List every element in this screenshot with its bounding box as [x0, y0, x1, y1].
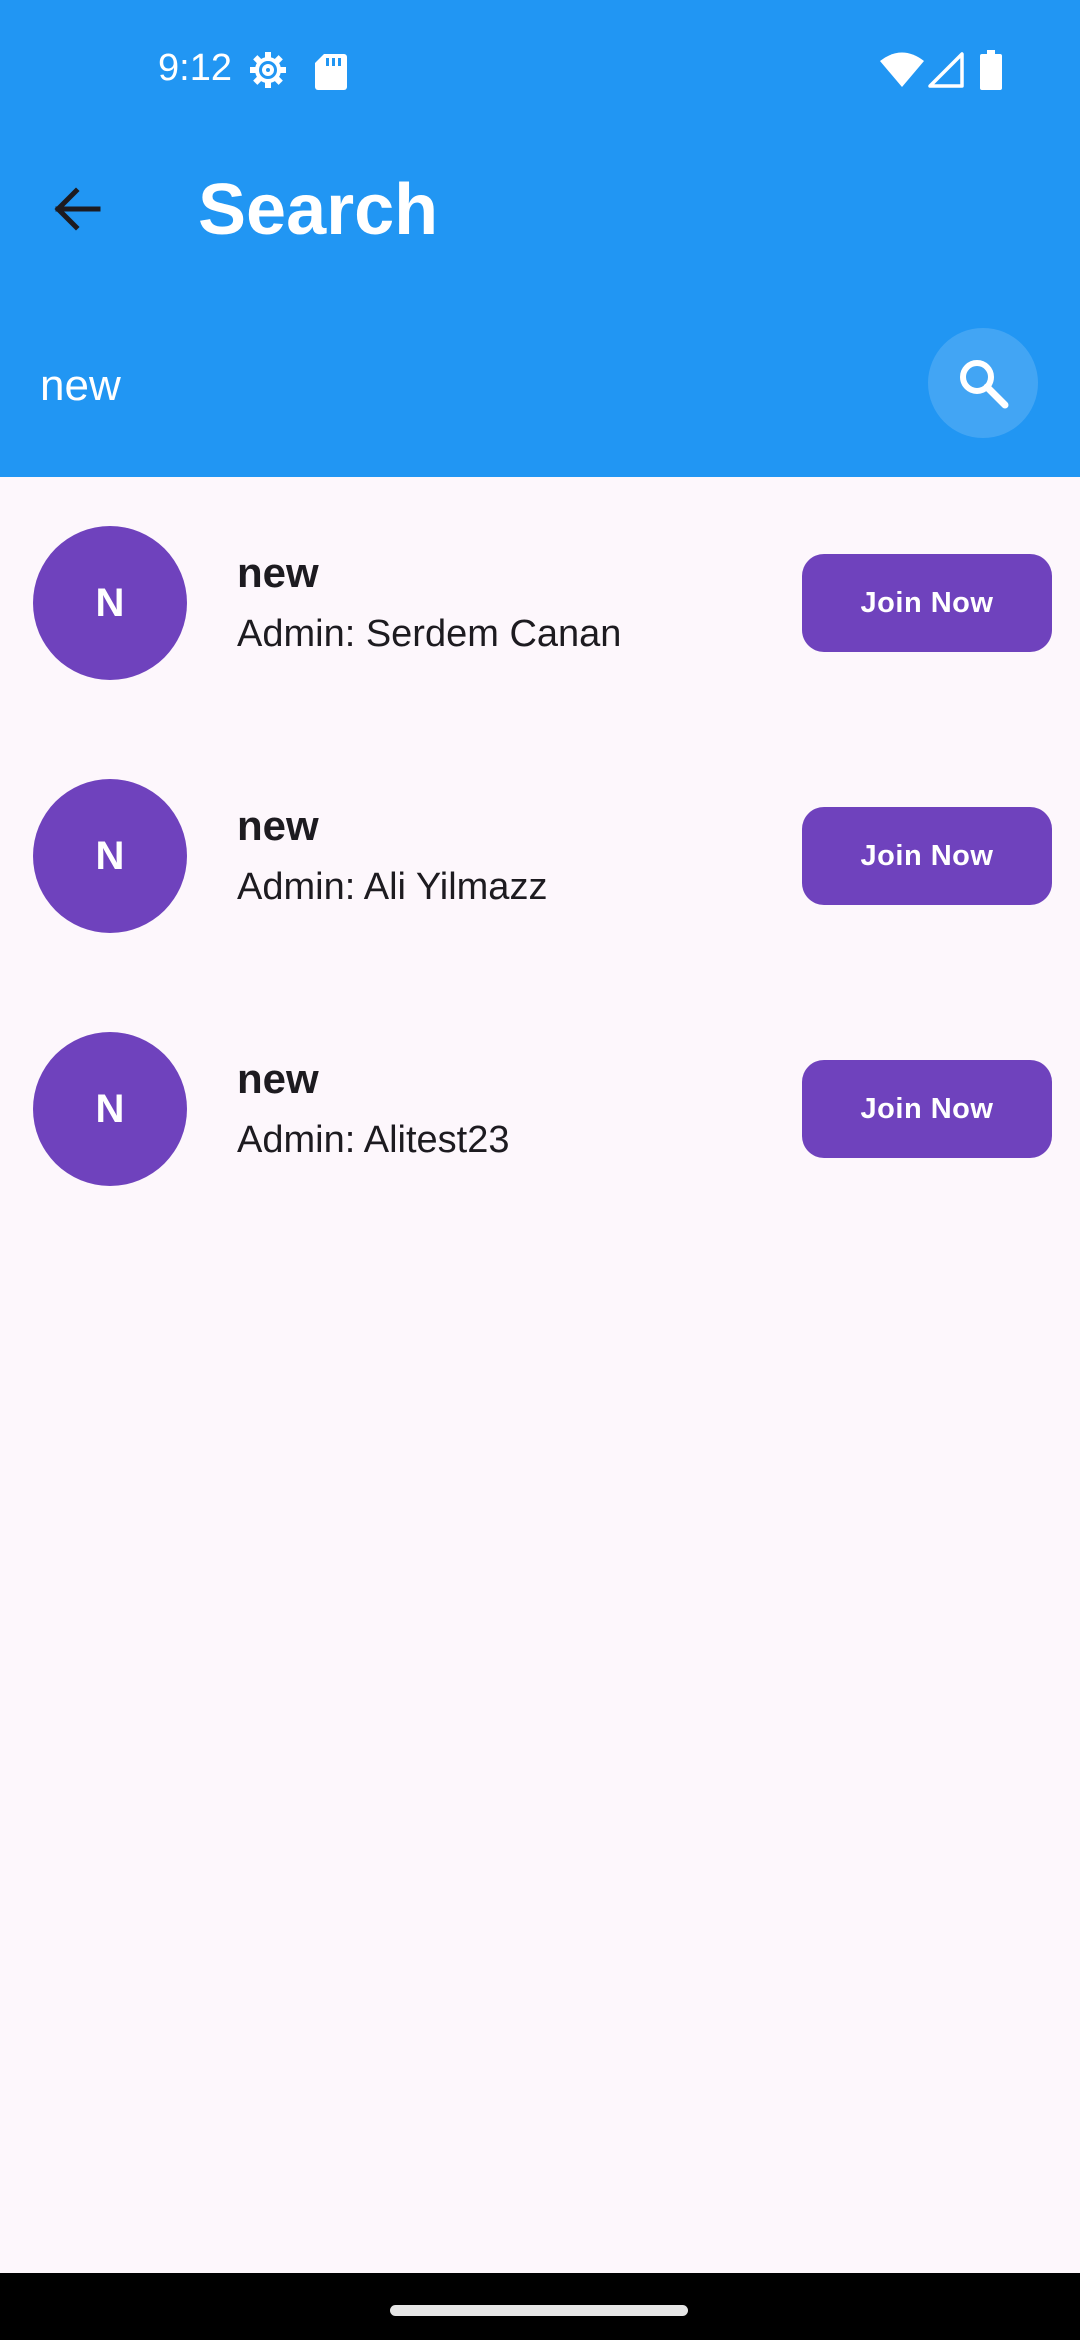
list-item: N new Admin: Serdem Canan Join Now: [0, 477, 1080, 730]
avatar: N: [33, 779, 187, 933]
list-item: N new Admin: Ali Yilmazz Join Now: [0, 730, 1080, 983]
join-now-button[interactable]: Join Now: [802, 1060, 1052, 1158]
status-bar: 9:12: [0, 0, 1080, 142]
app-header: 9:12 Search new: [0, 0, 1080, 477]
status-time: 9:12: [158, 47, 232, 89]
group-admin: Admin: Serdem Canan: [237, 613, 622, 655]
join-now-button[interactable]: Join Now: [802, 807, 1052, 905]
sd-card-icon: [315, 54, 347, 90]
group-name: new: [237, 802, 319, 849]
group-name: new: [237, 1055, 319, 1102]
page-title: Search: [198, 170, 439, 250]
search-results-list: N new Admin: Serdem Canan Join Now N new…: [0, 477, 1080, 1236]
group-admin: Admin: Alitest23: [237, 1119, 510, 1161]
back-button[interactable]: [40, 172, 114, 246]
search-button[interactable]: [928, 328, 1038, 438]
cell-signal-icon: [928, 52, 964, 88]
arrow-left-icon: [54, 187, 101, 231]
join-now-button[interactable]: Join Now: [802, 554, 1052, 652]
search-input[interactable]: [40, 350, 900, 422]
system-navigation-bar: [0, 2273, 1080, 2340]
avatar: N: [33, 1032, 187, 1186]
group-name: new: [237, 549, 319, 596]
search-icon: [960, 360, 1009, 409]
home-gesture-handle[interactable]: [390, 2305, 688, 2316]
battery-icon: [980, 50, 1002, 90]
group-admin: Admin: Ali Yilmazz: [237, 866, 548, 908]
avatar: N: [33, 526, 187, 680]
list-item: N new Admin: Alitest23 Join Now: [0, 983, 1080, 1236]
settings-gear-icon: [250, 52, 286, 88]
wifi-icon: [880, 52, 924, 87]
